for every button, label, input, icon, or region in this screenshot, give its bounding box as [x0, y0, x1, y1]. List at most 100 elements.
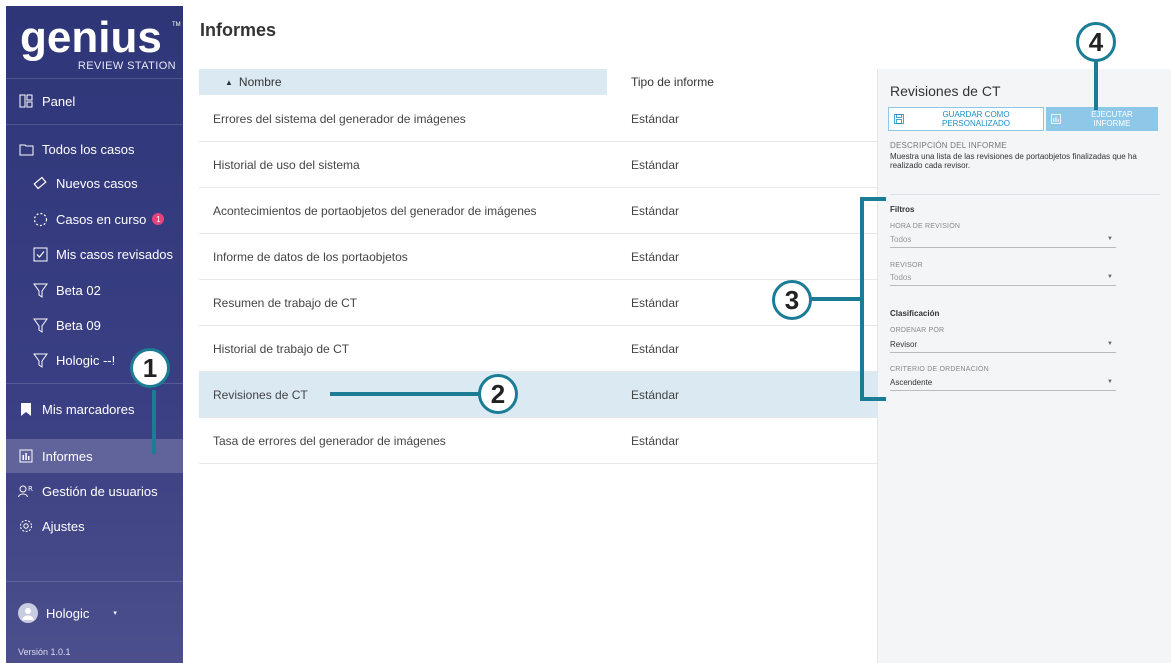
- callout-4: 4: [1076, 22, 1116, 62]
- save-as-custom-button[interactable]: GUARDAR COMO PERSONALIZADO: [888, 107, 1044, 131]
- sidebar-item-label: Ajustes: [42, 518, 85, 534]
- sidebar-item-label: Informes: [42, 448, 93, 464]
- grid-icon: [18, 93, 34, 109]
- callout-2-line: [330, 392, 480, 396]
- report-name: Revisiones de CT: [213, 387, 308, 402]
- filter-icon: [32, 282, 48, 298]
- user-menu[interactable]: Hologic ▾: [6, 596, 183, 630]
- report-type: Estándar: [631, 249, 680, 264]
- select-value: Revisor: [890, 340, 918, 349]
- sidebar-item-label: Mis casos revisados: [56, 246, 174, 262]
- panel-divider: [890, 194, 1160, 195]
- review-time-label: HORA DE REVISIÓN: [890, 223, 961, 230]
- filter-icon: [32, 352, 48, 368]
- sidebar-item-label: Mis marcadores: [42, 401, 135, 417]
- sidebar-item-panel[interactable]: Panel: [6, 84, 183, 118]
- callout-3: 3: [772, 280, 812, 320]
- sidebar-item-label: Panel: [42, 93, 76, 109]
- count-badge: 1: [152, 213, 165, 225]
- sidebar-item-my-reviewed-cases[interactable]: Mis casos revisados: [6, 237, 183, 271]
- report-type: Estándar: [631, 387, 680, 402]
- user-name: Hologic: [46, 605, 90, 621]
- sidebar-item-reports[interactable]: Informes: [6, 439, 183, 473]
- callout-3-bracket-bottom: [860, 397, 886, 401]
- sidebar-item-label: Casos en curso: [56, 211, 147, 227]
- page-title: Informes: [200, 20, 277, 40]
- report-name: Acontecimientos de portaobjetos del gene…: [213, 203, 537, 218]
- genius-logo: genius TM REVIEW STATION: [20, 13, 181, 76]
- column-header-label: Tipo de informe: [631, 75, 714, 89]
- callout-1-line: [152, 390, 156, 454]
- button-label: EJECUTAR INFORME: [1066, 110, 1158, 128]
- callout-1: 1: [130, 348, 170, 388]
- panel-title: Revisiones de CT: [890, 83, 1001, 99]
- logo-subtitle: REVIEW STATION: [77, 60, 176, 72]
- logo-wordmark: genius: [20, 13, 162, 62]
- order-select[interactable]: Ascendente ▼: [890, 377, 1116, 391]
- table-row[interactable]: Acontecimientos de portaobjetos del gene…: [199, 188, 877, 234]
- sidebar-divider: [6, 581, 183, 582]
- reviewer-select[interactable]: Todos ▼: [890, 272, 1116, 286]
- sidebar-item-bookmarks[interactable]: Mis marcadores: [6, 392, 183, 426]
- table-row[interactable]: Errores del sistema del generador de imá…: [199, 96, 877, 142]
- table-row[interactable]: Historial de uso del sistema Estándar: [199, 142, 877, 188]
- chevron-down-icon: ▾: [113, 610, 117, 617]
- run-report-button[interactable]: EJECUTAR INFORME: [1046, 107, 1158, 131]
- report-name: Historial de trabajo de CT: [213, 341, 350, 356]
- sort-header: Clasificación: [890, 309, 940, 318]
- logo-trademark: TM: [172, 22, 181, 28]
- svg-text:R: R: [28, 485, 33, 493]
- select-value: Ascendente: [890, 378, 933, 387]
- sidebar-item-label: Todos los casos: [42, 141, 135, 157]
- callout-3-line: [810, 297, 862, 301]
- sidebar-divider: [6, 78, 183, 79]
- report-type: Estándar: [631, 203, 680, 218]
- report-name: Informe de datos de los portaobjetos: [213, 249, 408, 264]
- avatar: [18, 603, 38, 623]
- folder-icon: [18, 141, 34, 157]
- sidebar-divider: [6, 124, 183, 125]
- table-row-selected[interactable]: Revisiones de CT Estándar: [199, 372, 877, 418]
- button-label-line-2: PERSONALIZADO: [941, 119, 1010, 128]
- sidebar-item-beta-09[interactable]: Beta 09: [6, 308, 183, 342]
- sidebar-item-label: Beta 02: [56, 282, 101, 298]
- column-header-type[interactable]: Tipo de informe: [631, 69, 877, 95]
- table-row[interactable]: Informe de datos de los portaobjetos Est…: [199, 234, 877, 280]
- filter-icon: [32, 317, 48, 333]
- report-type: Estándar: [631, 433, 680, 448]
- sort-by-label: ORDENAR POR: [890, 327, 945, 334]
- callout-4-line: [1094, 60, 1098, 110]
- sidebar-item-new-cases[interactable]: Nuevos casos: [6, 166, 183, 200]
- sidebar-item-label: Gestión de usuarios: [42, 483, 158, 499]
- version-label: Versión 1.0.1: [18, 647, 71, 657]
- sidebar-item-beta-02[interactable]: Beta 02: [6, 273, 183, 307]
- review-time-select[interactable]: Todos ▼: [890, 234, 1116, 248]
- table-row[interactable]: Tasa de errores del generador de imágene…: [199, 418, 877, 464]
- report-details-panel: Revisiones de CT GUARDAR COMO PERSONALIZA…: [877, 69, 1171, 663]
- chart-icon: [1046, 114, 1066, 124]
- bookmark-icon: [18, 401, 34, 417]
- reviewer-label: REVISOR: [890, 262, 923, 269]
- report-type: Estándar: [631, 295, 680, 310]
- select-value: Todos: [890, 235, 912, 244]
- column-header-name[interactable]: ▲ Nombre: [199, 69, 607, 95]
- sort-up-icon: ▲: [225, 77, 233, 87]
- report-name: Tasa de errores del generador de imágene…: [213, 433, 446, 448]
- filters-header: Filtros: [890, 205, 915, 214]
- chevron-down-icon: ▼: [1107, 236, 1113, 242]
- button-label: GUARDAR COMO PERSONALIZADO: [909, 110, 1043, 128]
- button-label-line-1: EJECUTAR: [1091, 110, 1133, 119]
- chevron-down-icon: ▼: [1107, 274, 1113, 280]
- sidebar-item-user-management[interactable]: R Gestión de usuarios: [6, 474, 183, 508]
- callout-2: 2: [478, 374, 518, 414]
- sidebar-item-label: Nuevos casos: [56, 175, 138, 191]
- sidebar-item-cases-in-progress[interactable]: Casos en curso 1: [6, 202, 183, 236]
- chevron-down-icon: ▼: [1107, 341, 1113, 347]
- table-row[interactable]: Historial de trabajo de CT Estándar: [199, 326, 877, 372]
- sidebar-item-all-cases[interactable]: Todos los casos: [6, 132, 183, 166]
- order-label: CRITERIO DE ORDENACIÓN: [890, 366, 989, 373]
- report-name: Historial de uso del sistema: [213, 157, 360, 172]
- sidebar-item-settings[interactable]: Ajustes: [6, 509, 183, 543]
- sort-by-select[interactable]: Revisor ▼: [890, 339, 1116, 353]
- callout-3-bracket-top: [860, 197, 886, 201]
